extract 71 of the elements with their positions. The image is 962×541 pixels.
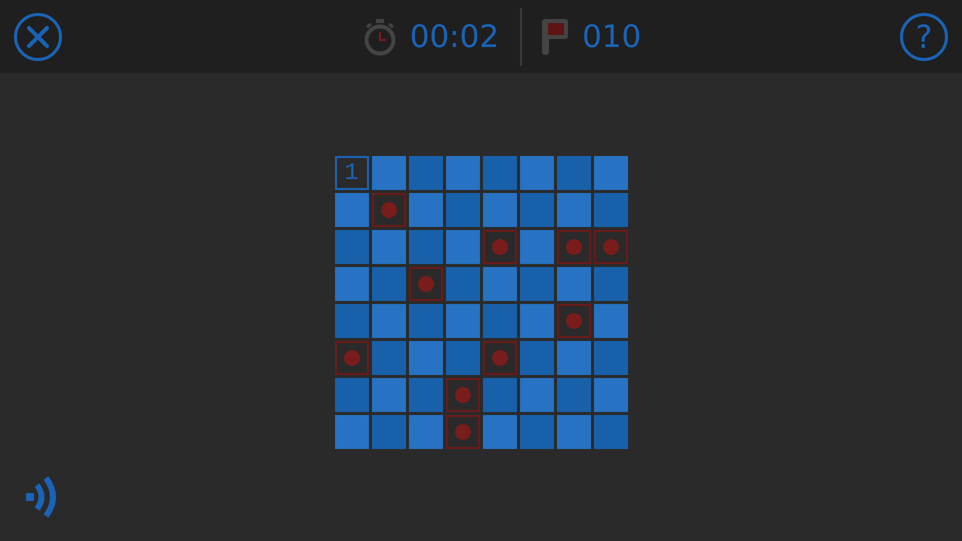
covered-cell[interactable] [520,230,554,264]
covered-cell[interactable] [372,267,406,301]
covered-cell[interactable] [446,230,480,264]
covered-cell[interactable] [408,193,442,227]
stopwatch-icon [362,18,398,56]
covered-cell[interactable] [520,267,554,301]
mine-cell[interactable] [372,193,406,227]
mine-cell[interactable] [482,341,516,375]
covered-cell[interactable] [482,304,516,338]
covered-cell[interactable] [446,267,480,301]
covered-cell[interactable] [334,267,368,301]
covered-cell[interactable] [372,230,406,264]
covered-cell[interactable] [372,304,406,338]
covered-cell[interactable] [556,415,590,449]
mine-cell[interactable] [446,378,480,412]
covered-cell[interactable] [556,193,590,227]
covered-cell[interactable] [556,378,590,412]
covered-cell[interactable] [334,378,368,412]
covered-cell[interactable] [556,156,590,190]
close-button[interactable] [13,12,63,62]
covered-cell[interactable] [334,193,368,227]
covered-cell[interactable] [520,378,554,412]
mine-cell[interactable] [556,304,590,338]
mine-cell[interactable] [556,230,590,264]
number-cell[interactable]: 1 [334,156,368,190]
covered-cell[interactable] [408,378,442,412]
covered-cell[interactable] [372,341,406,375]
covered-cell[interactable] [372,415,406,449]
mine-cell[interactable] [594,230,628,264]
flag-counter: 010 [582,18,642,54]
covered-cell[interactable] [594,341,628,375]
covered-cell[interactable] [446,304,480,338]
covered-cell[interactable] [482,378,516,412]
mine-cell[interactable] [408,267,442,301]
covered-cell[interactable] [372,378,406,412]
mine-cell[interactable] [334,341,368,375]
covered-cell[interactable] [594,304,628,338]
covered-cell[interactable] [408,341,442,375]
mine-cell[interactable] [482,230,516,264]
help-button[interactable]: ? [900,12,948,60]
covered-cell[interactable] [594,267,628,301]
covered-cell[interactable] [482,193,516,227]
covered-cell[interactable] [446,156,480,190]
covered-cell[interactable] [408,230,442,264]
covered-cell[interactable] [594,415,628,449]
covered-cell[interactable] [334,304,368,338]
covered-cell[interactable] [408,156,442,190]
covered-cell[interactable] [594,193,628,227]
covered-cell[interactable] [520,193,554,227]
covered-cell[interactable] [334,230,368,264]
covered-cell[interactable] [482,156,516,190]
mine-cell[interactable] [446,415,480,449]
covered-cell[interactable] [594,156,628,190]
covered-cell[interactable] [482,415,516,449]
covered-cell[interactable] [520,156,554,190]
covered-cell[interactable] [556,267,590,301]
covered-cell[interactable] [372,156,406,190]
timer-text: 00:02 [410,18,500,54]
covered-cell[interactable] [482,267,516,301]
covered-cell[interactable] [556,341,590,375]
covered-cell[interactable] [408,415,442,449]
sound-icon[interactable] [24,475,58,519]
covered-cell[interactable] [334,415,368,449]
covered-cell[interactable] [520,415,554,449]
covered-cell[interactable] [408,304,442,338]
covered-cell[interactable] [520,341,554,375]
covered-cell[interactable] [594,378,628,412]
covered-cell[interactable] [520,304,554,338]
covered-cell[interactable] [446,341,480,375]
covered-cell[interactable] [446,193,480,227]
flag-icon [540,16,570,56]
